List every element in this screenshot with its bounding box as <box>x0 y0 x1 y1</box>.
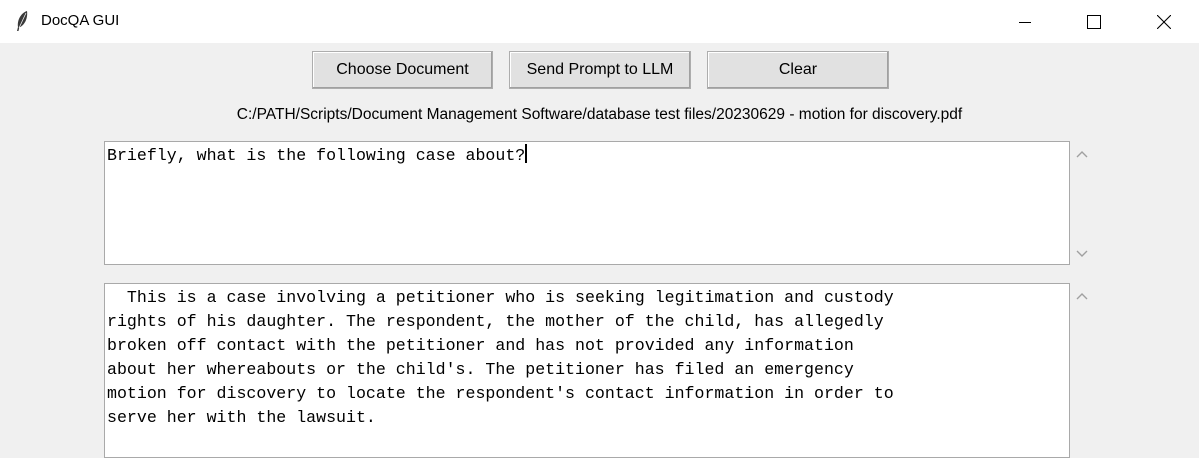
title-bar[interactable]: DocQA GUI <box>0 0 1199 43</box>
chevron-down-icon[interactable] <box>1074 247 1090 261</box>
prompt-textarea[interactable]: Briefly, what is the following case abou… <box>104 141 1070 265</box>
maximize-button[interactable] <box>1071 0 1117 43</box>
minimize-icon <box>1019 21 1031 23</box>
chevron-up-icon[interactable] <box>1074 289 1090 303</box>
close-button[interactable] <box>1141 0 1187 43</box>
maximize-icon <box>1087 14 1101 29</box>
send-prompt-button[interactable]: Send Prompt to LLM <box>509 51 691 89</box>
chevron-up-icon[interactable] <box>1074 147 1090 161</box>
file-path-label: C:/PATH/Scripts/Document Management Soft… <box>236 106 963 123</box>
choose-document-button[interactable]: Choose Document <box>312 51 493 89</box>
response-textarea[interactable]: This is a case involving a petitioner wh… <box>104 283 1070 458</box>
close-icon <box>1157 14 1171 29</box>
feather-icon <box>17 11 28 31</box>
window-title: DocQA GUI <box>41 12 120 29</box>
clear-button[interactable]: Clear <box>707 51 889 89</box>
text-cursor <box>525 144 528 163</box>
prompt-text: Briefly, what is the following case abou… <box>107 146 526 165</box>
response-scrollbar[interactable] <box>1070 283 1094 452</box>
minimize-button[interactable] <box>1002 0 1048 43</box>
prompt-scrollbar[interactable] <box>1070 141 1094 265</box>
